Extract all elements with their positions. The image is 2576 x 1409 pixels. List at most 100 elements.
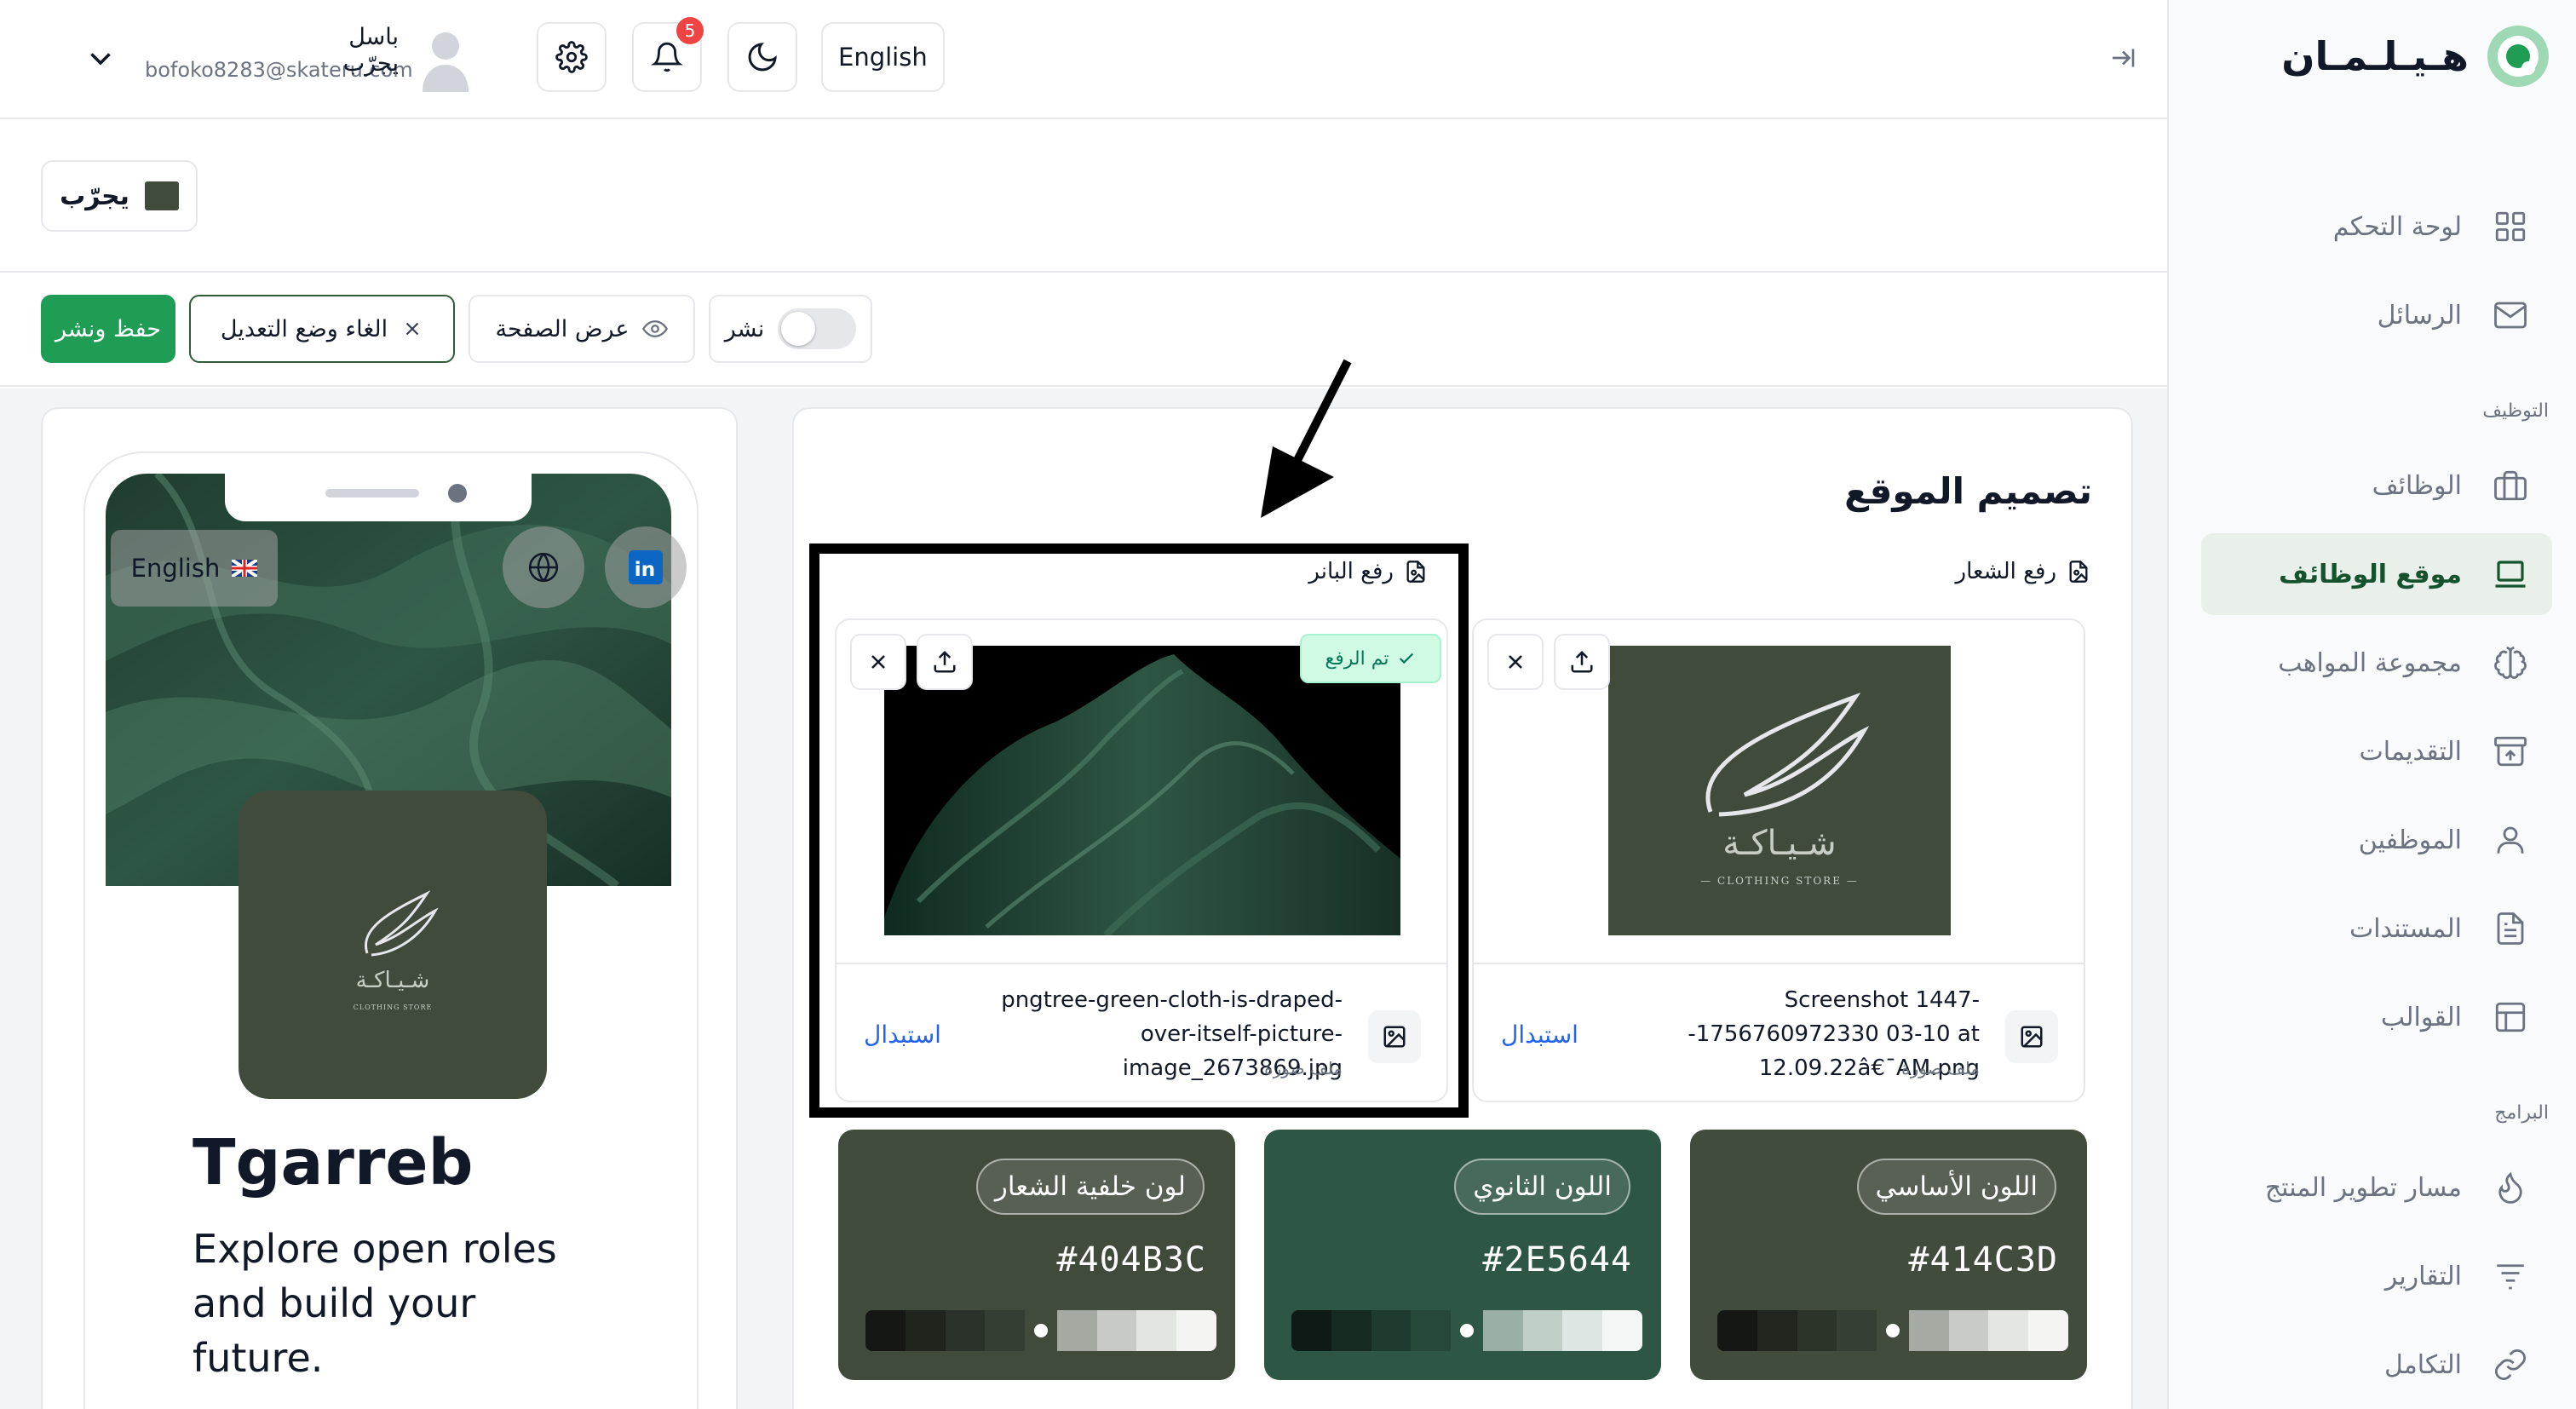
sidebar-item-label: القوالب: [2380, 1002, 2462, 1032]
close-icon: [1504, 650, 1527, 674]
sidebar-item-reports[interactable]: التقارير: [2201, 1235, 2552, 1317]
brand-logo[interactable]: هـيـلـمـان: [2281, 22, 2550, 90]
cancel-edit-button[interactable]: الغاء وضع التعديل: [189, 295, 455, 363]
globe-button[interactable]: [503, 526, 584, 608]
top-bar: bofoko8283@skateru.com باسل يجرّب 5 Engl…: [0, 0, 2167, 119]
action-bar: حفظ ونشر الغاء وضع التعديل عرض الصفحة نش…: [0, 273, 2167, 387]
bell-icon: [651, 41, 683, 73]
sidebar-item-templates[interactable]: القوالب: [2201, 976, 2552, 1058]
phone-language-label: English: [130, 554, 221, 583]
color-name: لون خلفية الشعار: [975, 1159, 1205, 1215]
sidebar-item-applications[interactable]: التقديمات: [2201, 710, 2552, 792]
sidebar: هـيـلـمـان لوحة التحكم الرسائل التوظيف ا…: [2167, 0, 2576, 1409]
language-button[interactable]: English: [821, 22, 945, 92]
color-card-logo-background[interactable]: لون خلفية الشعار #404B3C: [838, 1130, 1235, 1380]
sidebar-item-dashboard[interactable]: لوحة التحكم: [2201, 186, 2552, 267]
remove-logo-button[interactable]: [1487, 634, 1544, 690]
logo-upload-label: رفع الشعار: [1956, 559, 2090, 584]
sidebar-item-label: مسار تطوير المنتج: [2264, 1172, 2462, 1203]
sidebar-item-jobs[interactable]: الوظائف: [2201, 445, 2552, 526]
document-icon: [2493, 911, 2528, 946]
color-hex: #404B3C: [1056, 1240, 1206, 1280]
phone-preview-panel: English in شـيـاكـة CLOTHING STORE Tgarr…: [41, 407, 738, 1409]
link-icon: [2493, 1347, 2528, 1383]
mail-icon: [2493, 297, 2528, 333]
logo-preview-image: شـيـاكـة — CLOTHING STORE —: [1608, 646, 1951, 935]
color-card-primary[interactable]: اللون الأساسي #414C3D: [1690, 1130, 2087, 1380]
company-logo: [144, 181, 179, 210]
phone-page-subtitle: Explore open roles and build your future…: [193, 1226, 557, 1381]
user-icon: [2493, 822, 2528, 858]
moon-icon: [745, 40, 779, 74]
color-shades: [1717, 1310, 2068, 1351]
flag-icon: [232, 560, 258, 577]
chevron-down-icon[interactable]: [85, 43, 116, 73]
close-icon: [401, 318, 423, 340]
preview-page-button[interactable]: عرض الصفحة: [469, 295, 695, 363]
collapse-sidebar-icon[interactable]: [2107, 43, 2138, 73]
phone-logo-text: شـيـاكـة: [356, 968, 430, 993]
section-title: تصميم الموقع: [1844, 470, 2092, 512]
image-icon: [2005, 1010, 2058, 1063]
company-name: يجرّب: [60, 181, 129, 211]
upload-logo-button[interactable]: [1554, 634, 1610, 690]
preview-page-label: عرض الصفحة: [495, 315, 630, 342]
sidebar-item-label: مجموعة المواهب: [2278, 647, 2462, 678]
sidebar-item-talent-pool[interactable]: مجموعة المواهب: [2201, 622, 2552, 704]
sidebar-item-label: المستندات: [2349, 913, 2462, 944]
save-publish-button[interactable]: حفظ ونشر: [41, 295, 175, 363]
nav-section-programs: البرامج: [2494, 1102, 2549, 1124]
notification-badge: 5: [676, 17, 704, 44]
brand-logo-text: هـيـلـمـان: [2281, 33, 2469, 79]
publish-toggle[interactable]: [778, 308, 857, 349]
logo-file-info: Screenshot 1447--1756760972330 03-10 at …: [1474, 963, 2084, 1101]
sidebar-item-label: لوحة التحكم: [2332, 211, 2462, 242]
publish-control: نشر: [709, 295, 872, 363]
globe-icon: [527, 551, 560, 584]
settings-button[interactable]: [537, 22, 607, 92]
sidebar-item-product-roadmap[interactable]: مسار تطوير المنتج: [2201, 1147, 2552, 1228]
sidebar-item-label: موقع الوظائف: [2279, 559, 2462, 589]
color-name: اللون الثانوي: [1454, 1159, 1630, 1215]
save-publish-label: حفظ ونشر: [55, 315, 162, 342]
laptop-icon: [2493, 556, 2528, 592]
nav-section-recruitment: التوظيف: [2482, 400, 2549, 422]
svg-text:شـيـاكـة: شـيـاكـة: [1722, 824, 1836, 863]
phone-notch: [225, 474, 532, 521]
eye-icon: [642, 316, 669, 342]
template-icon: [2493, 999, 2528, 1035]
phone-logo-subtext: CLOTHING STORE: [354, 1004, 433, 1011]
svg-text:— CLOTHING STORE —: — CLOTHING STORE —: [1700, 875, 1859, 887]
linkedin-icon: in: [629, 550, 663, 584]
color-shades: [1291, 1310, 1642, 1351]
sidebar-item-integrations[interactable]: التكامل: [2201, 1324, 2552, 1406]
sidebar-item-documents[interactable]: المستندات: [2201, 888, 2552, 969]
theme-toggle-button[interactable]: [727, 22, 797, 92]
briefcase-icon: [2493, 468, 2528, 503]
cancel-edit-label: الغاء وضع التعديل: [220, 315, 388, 342]
company-selector[interactable]: يجرّب: [41, 160, 198, 232]
sidebar-item-messages[interactable]: الرسائل: [2201, 274, 2552, 356]
logo-preview: شـيـاكـة — CLOTHING STORE —: [1474, 620, 2084, 963]
avatar[interactable]: [417, 29, 474, 94]
color-hex: #2E5644: [1482, 1240, 1632, 1280]
brand-logo-icon: [2486, 24, 2550, 89]
sidebar-item-label: التقارير: [2384, 1261, 2462, 1291]
sidebar-item-employees[interactable]: الموظفين: [2201, 799, 2552, 881]
sidebar-item-careers-site[interactable]: موقع الوظائف: [2201, 533, 2552, 615]
color-hex: #414C3D: [1908, 1240, 2058, 1280]
company-bar: يجرّب: [0, 119, 2167, 273]
svg-text:in: in: [635, 557, 656, 581]
color-shades: [865, 1310, 1216, 1351]
upload-icon: [1569, 649, 1595, 675]
color-name: اللون الأساسي: [1856, 1159, 2056, 1215]
sidebar-item-label: الموظفين: [2358, 825, 2462, 855]
dashboard-icon: [2493, 209, 2528, 244]
highlight-annotation-box: [809, 543, 1469, 1118]
linkedin-button[interactable]: in: [605, 526, 687, 608]
color-card-secondary[interactable]: اللون الثانوي #2E5644: [1264, 1130, 1661, 1380]
replace-logo-link[interactable]: استبدال: [1501, 1021, 1578, 1049]
logo-upload-card: شـيـاكـة — CLOTHING STORE — Screenshot 1…: [1472, 618, 2085, 1102]
brain-icon: [2493, 645, 2528, 681]
phone-language-button[interactable]: English: [111, 530, 278, 607]
